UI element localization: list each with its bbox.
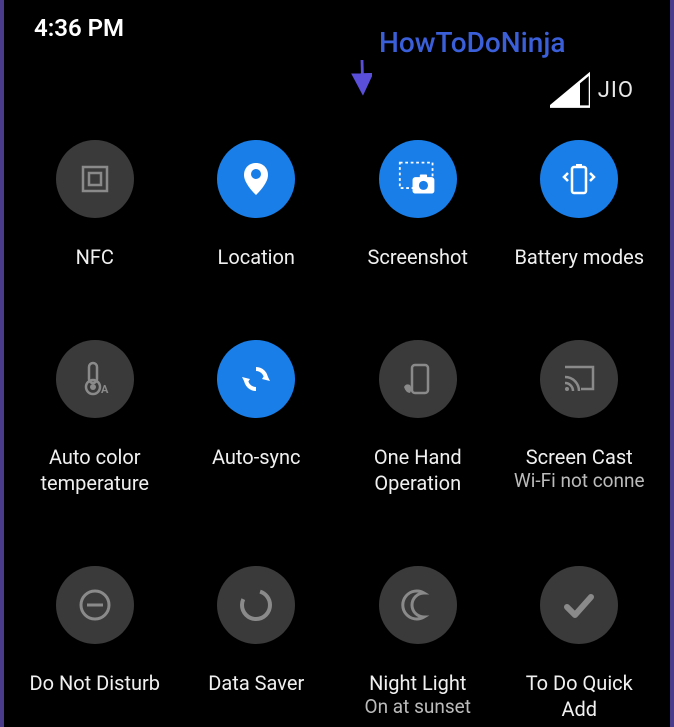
- quick-settings-grid: NFC Location Screenshot Battery modes A …: [4, 120, 670, 722]
- tile-label: Battery modes: [514, 244, 644, 270]
- location-icon: [217, 140, 295, 218]
- tile-screenshot[interactable]: Screenshot: [337, 140, 499, 270]
- tile-auto-color-temperature[interactable]: A Auto color temperature: [14, 340, 176, 496]
- tile-do-not-disturb[interactable]: Do Not Disturb: [14, 566, 176, 722]
- tile-label: One Hand Operation: [374, 444, 462, 496]
- tile-location[interactable]: Location: [176, 140, 338, 270]
- tile-label: Auto-sync: [212, 444, 301, 470]
- datasaver-icon: [217, 566, 295, 644]
- tile-auto-sync[interactable]: Auto-sync: [176, 340, 338, 496]
- battery-icon: [540, 140, 618, 218]
- annotation-arrow-icon: [332, 56, 372, 96]
- nightlight-icon: [379, 566, 457, 644]
- tile-battery-modes[interactable]: Battery modes: [499, 140, 661, 270]
- signal-icon: [550, 70, 590, 110]
- cast-icon: [540, 340, 618, 418]
- tile-todo-quick-add[interactable]: To Do Quick Add: [499, 566, 661, 722]
- tile-screen-cast[interactable]: Screen Cast Wi-Fi not conne: [499, 340, 661, 496]
- tile-label: Location: [218, 244, 295, 270]
- tile-nfc[interactable]: NFC: [14, 140, 176, 270]
- thermometer-icon: A: [56, 340, 134, 418]
- tile-sublabel: On at sunset: [365, 696, 471, 719]
- tile-one-hand-operation[interactable]: One Hand Operation: [337, 340, 499, 496]
- tile-sublabel: Wi-Fi not conne: [514, 470, 645, 493]
- tile-label: To Do Quick Add: [526, 670, 633, 722]
- screenshot-icon: [379, 140, 457, 218]
- sync-icon: [217, 340, 295, 418]
- tile-night-light[interactable]: Night Light On at sunset: [337, 566, 499, 722]
- todo-icon: [540, 566, 618, 644]
- carrier-label: JIO: [598, 78, 634, 103]
- onehand-icon: [379, 340, 457, 418]
- tile-label: Do Not Disturb: [29, 670, 160, 696]
- dnd-icon: [56, 566, 134, 644]
- annotation-watermark: HowToDoNinja: [379, 26, 565, 59]
- tile-label: Night Light: [369, 670, 466, 696]
- tile-label: Data Saver: [208, 670, 304, 696]
- status-bar: 4:36 PM: [4, 0, 670, 50]
- svg-text:A: A: [101, 383, 109, 396]
- tile-label: Auto color temperature: [40, 444, 149, 496]
- tile-label: Screen Cast: [526, 444, 633, 470]
- tile-label: NFC: [76, 244, 114, 270]
- nfc-icon: [56, 140, 134, 218]
- tile-label: Screenshot: [368, 244, 468, 270]
- tile-data-saver[interactable]: Data Saver: [176, 566, 338, 722]
- status-time: 4:36 PM: [34, 14, 124, 42]
